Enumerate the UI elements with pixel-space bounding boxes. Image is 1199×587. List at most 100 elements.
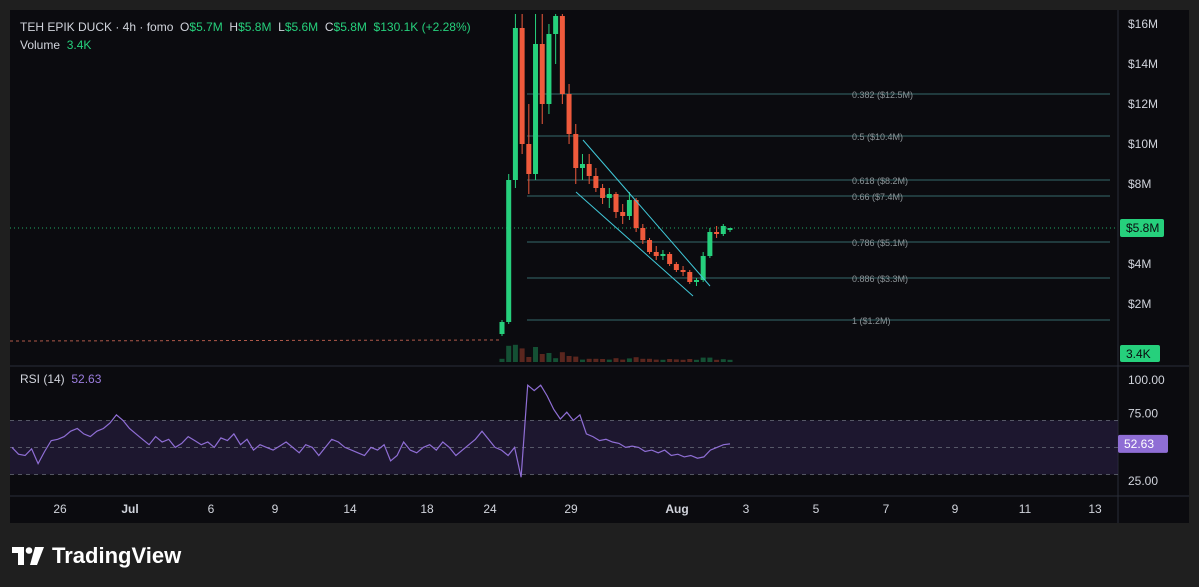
- candle-body: [539, 44, 545, 104]
- price-tick-label: $10M: [1128, 137, 1158, 151]
- time-tick-label: 29: [564, 502, 578, 516]
- price-tick-label: $14M: [1128, 57, 1158, 71]
- fib-level-label: 0.66 ($7.4M): [852, 192, 903, 202]
- volume-bar: [586, 358, 592, 362]
- volume-bar: [633, 357, 639, 362]
- change-value: $130.1K (+2.28%): [373, 20, 471, 34]
- time-tick-label: 9: [272, 502, 279, 516]
- candle-body: [660, 254, 666, 256]
- volume-bar: [559, 352, 565, 362]
- candle-body: [626, 200, 632, 216]
- candle-body: [647, 240, 653, 252]
- volume-tag-label: 3.4K: [1126, 347, 1151, 361]
- open-label: O: [180, 20, 190, 34]
- price-tick-label: $2M: [1128, 297, 1151, 311]
- candle-body: [693, 280, 699, 282]
- candle-body: [720, 226, 726, 234]
- volume-bar: [620, 359, 626, 362]
- candle-body: [593, 176, 599, 188]
- rsi-value: 52.63: [71, 372, 102, 386]
- candle-body: [546, 34, 552, 104]
- time-tick-label: 13: [1088, 502, 1102, 516]
- volume-bar: [506, 345, 512, 362]
- volume-label: Volume: [20, 38, 61, 52]
- fib-level-label: 0.5 ($10.4M): [852, 132, 903, 142]
- candle-body: [600, 188, 606, 198]
- volume-bar: [579, 359, 585, 362]
- candle-body: [559, 16, 565, 94]
- time-tick-label: 7: [883, 502, 890, 516]
- candle-body: [680, 270, 686, 272]
- close-label: C: [324, 20, 334, 34]
- rsi-tick-label: 75.00: [1128, 407, 1158, 421]
- volume-bar: [680, 359, 686, 362]
- candle-body: [526, 144, 532, 174]
- volume-bar: [600, 359, 606, 362]
- candle-body: [519, 28, 525, 144]
- candle-body: [707, 232, 713, 256]
- candle-body: [640, 228, 646, 240]
- volume-bar: [519, 348, 525, 362]
- price-tick-label: $8M: [1128, 177, 1151, 191]
- price-tick-label: $4M: [1128, 257, 1151, 271]
- volume-bar: [727, 359, 733, 362]
- candle-body: [620, 212, 626, 216]
- tradingview-logo-icon: [12, 547, 44, 565]
- candle-body: [727, 228, 733, 230]
- candle-body: [613, 194, 619, 212]
- time-tick-label: 24: [483, 502, 497, 516]
- candle-body: [687, 272, 693, 282]
- time-tick-label: 9: [952, 502, 959, 516]
- volume-bar: [707, 357, 713, 362]
- volume-bar: [720, 359, 726, 362]
- volume-bar: [573, 356, 579, 362]
- volume-bar: [539, 354, 545, 362]
- fib-level-label: 0.786 ($5.1M): [852, 238, 908, 248]
- volume-bar: [667, 359, 673, 362]
- candle-body: [586, 164, 592, 176]
- candle-body: [506, 180, 512, 322]
- candle-body: [673, 264, 679, 270]
- fib-level-label: 0.382 ($12.5M): [852, 90, 913, 100]
- volume-bar: [613, 358, 619, 362]
- candle-body: [512, 28, 518, 180]
- high-value: $5.8M: [238, 20, 272, 34]
- close-value: $5.8M: [333, 20, 367, 34]
- time-tick-label: 14: [343, 502, 357, 516]
- candle-body: [653, 252, 659, 256]
- fib-level-label: 0.886 ($3.3M): [852, 274, 908, 284]
- volume-bar: [533, 347, 539, 362]
- time-tick-label: 18: [420, 502, 434, 516]
- high-label: H: [229, 20, 239, 34]
- candle-body: [714, 232, 720, 234]
- brand-name: TradingView: [52, 543, 182, 568]
- symbol-label[interactable]: TEH EPIK DUCK · 4h · fomo: [20, 20, 173, 34]
- fib-level-label: 0.618 ($8.2M): [852, 176, 908, 186]
- volume-bar: [512, 344, 518, 362]
- rsi-value-tag-label: 52.63: [1124, 437, 1154, 451]
- price-tick-label: $16M: [1128, 17, 1158, 31]
- volume-bar: [606, 359, 612, 362]
- low-label: L: [278, 20, 285, 34]
- price-tick-label: $12M: [1128, 97, 1158, 111]
- time-tick-label: Aug: [665, 502, 688, 516]
- volume-bar: [526, 357, 532, 362]
- tradingview-brand[interactable]: TradingView: [12, 543, 181, 569]
- time-tick-label: 3: [743, 502, 750, 516]
- volume-bar: [626, 358, 632, 362]
- rsi-label: RSI (14): [20, 372, 65, 386]
- time-tick-label: 6: [208, 502, 215, 516]
- volume-bar: [653, 359, 659, 362]
- time-tick-label: Jul: [121, 502, 138, 516]
- candle-body: [553, 16, 559, 34]
- volume-bar: [546, 353, 552, 362]
- channel-upper-line: [582, 139, 711, 287]
- rsi-tick-label: 25.00: [1128, 474, 1158, 488]
- volume-bar: [593, 358, 599, 362]
- ohlc-legend: TEH EPIK DUCK · 4h · fomo O$5.7M H$5.8M …: [20, 20, 471, 34]
- candle-body: [499, 322, 505, 334]
- open-value: $5.7M: [189, 20, 223, 34]
- volume-value: 3.4K: [66, 38, 92, 52]
- volume-bar: [566, 356, 572, 362]
- volume-bar: [700, 357, 706, 362]
